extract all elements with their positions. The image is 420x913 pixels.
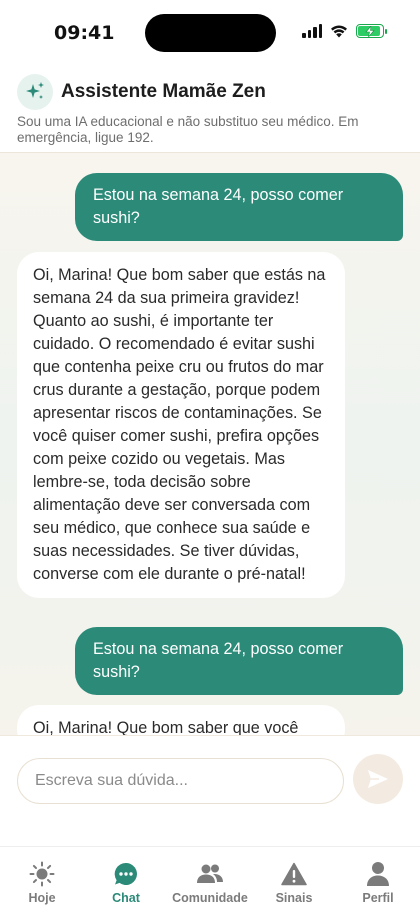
chat-messages[interactable]: Estou na semana 24, posso comer sushi? O… xyxy=(0,153,420,735)
send-icon xyxy=(368,770,388,788)
nav-item-chat[interactable]: Chat xyxy=(84,847,168,913)
page-title: Assistente Mamãe Zen xyxy=(61,81,266,102)
user-message: Estou na semana 24, posso comer sushi? xyxy=(75,173,403,241)
cellular-signal-icon xyxy=(302,24,322,38)
nav-label: Sinais xyxy=(275,891,313,905)
status-bar: 09:41 xyxy=(0,0,420,64)
assistant-message: Oi, Marina! Que bom saber que você xyxy=(17,705,345,735)
status-time: 09:41 xyxy=(54,22,115,44)
message-text: Oi, Marina! Que bom saber que você xyxy=(33,719,299,735)
assistant-avatar xyxy=(17,74,53,110)
chat-header: Assistente Mamãe Zen Sou uma IA educacio… xyxy=(0,64,420,153)
nav-item-hoje[interactable]: Hoje xyxy=(0,847,84,913)
sun-icon xyxy=(29,861,55,887)
message-input[interactable] xyxy=(17,758,344,804)
status-icons xyxy=(302,24,387,38)
sparkles-icon xyxy=(26,82,44,99)
nav-label: Hoje xyxy=(28,891,56,905)
user-message: Estou na semana 24, posso comer sushi? xyxy=(75,627,403,695)
battery-charging-icon xyxy=(356,24,387,38)
message-text: Estou na semana 24, posso comer sushi? xyxy=(93,186,344,227)
wifi-icon xyxy=(331,25,347,38)
warning-icon xyxy=(281,862,307,886)
person-icon xyxy=(367,862,389,886)
nav-label: Comunidade xyxy=(172,891,248,905)
disclaimer-text: Sou uma IA educacional e não substituo s… xyxy=(17,114,359,145)
dynamic-island xyxy=(145,14,276,52)
nav-label: Perfil xyxy=(362,891,394,905)
composer xyxy=(0,735,420,846)
nav-label: Chat xyxy=(112,891,140,905)
send-button[interactable] xyxy=(353,754,403,804)
bottom-nav: Hoje Chat Comunidade Sinais Perfil xyxy=(0,846,420,913)
message-text: Oi, Marina! Que bom saber que estás na s… xyxy=(33,266,326,583)
nav-item-perfil[interactable]: Perfil xyxy=(336,847,420,913)
message-text: Estou na semana 24, posso comer sushi? xyxy=(93,640,344,681)
chat-icon xyxy=(114,862,137,885)
nav-item-comunidade[interactable]: Comunidade xyxy=(168,847,252,913)
assistant-message: Oi, Marina! Que bom saber que estás na s… xyxy=(17,252,345,598)
nav-item-sinais[interactable]: Sinais xyxy=(252,847,336,913)
people-icon xyxy=(197,864,223,883)
